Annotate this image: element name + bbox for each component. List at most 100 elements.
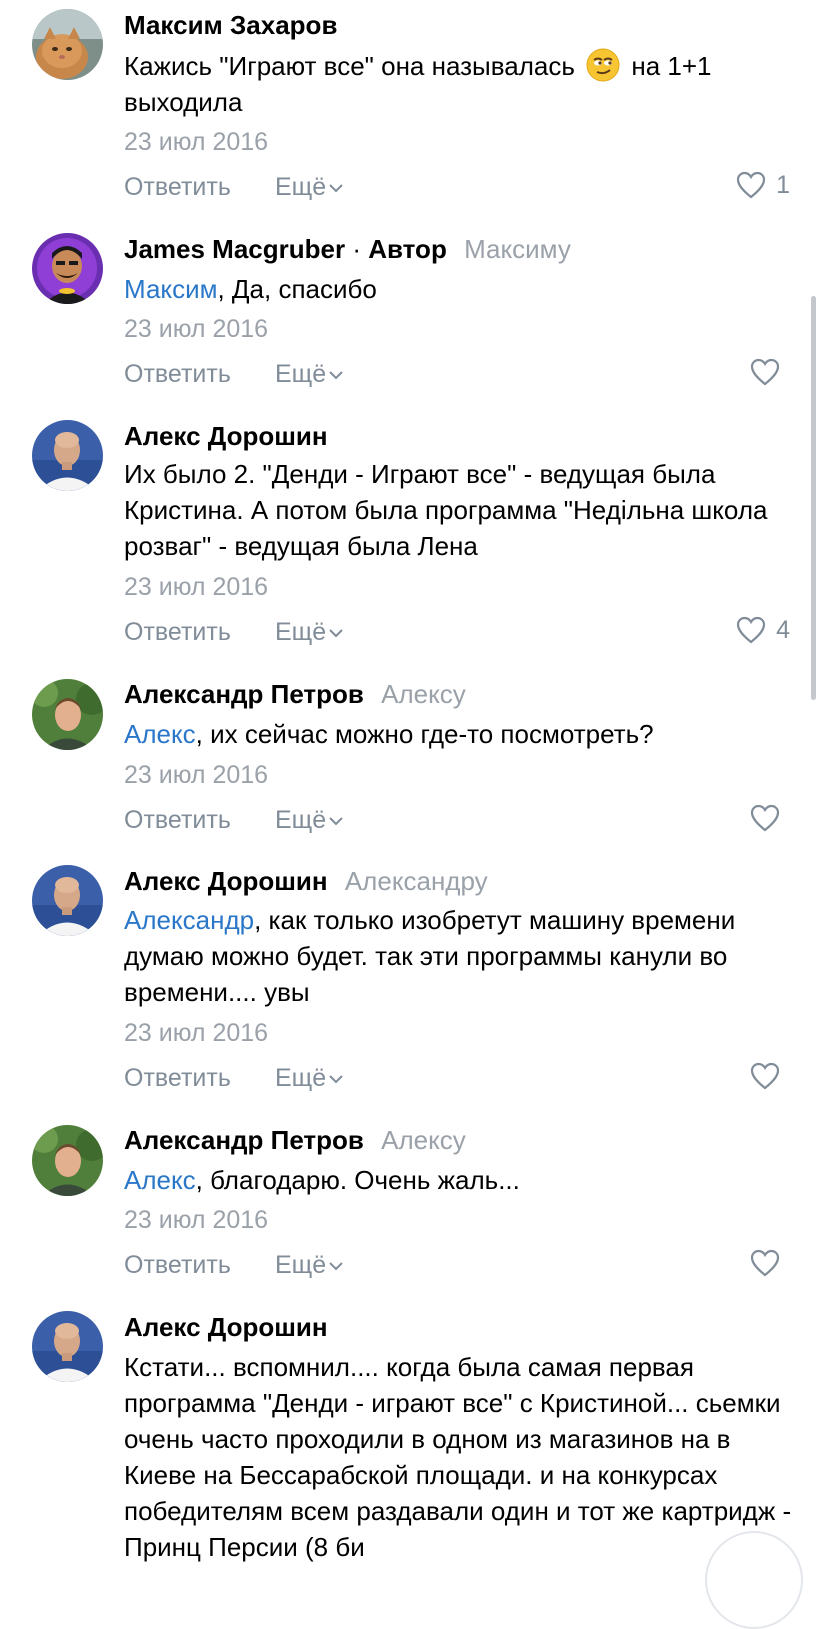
comment-text-part: Их было 2. "Денди - Играют все" - ведуща… bbox=[124, 459, 768, 561]
avatar[interactable] bbox=[32, 1125, 103, 1196]
cat-avatar-icon bbox=[32, 9, 103, 80]
author-name[interactable]: James Macgruber bbox=[124, 234, 345, 264]
chevron-down-icon bbox=[329, 1262, 343, 1271]
avatar[interactable] bbox=[32, 679, 103, 750]
more-label: Ещё bbox=[275, 618, 327, 646]
reply-button[interactable]: Ответить bbox=[124, 356, 231, 392]
comment-header: Александр Петров Алексу bbox=[124, 674, 466, 714]
comment-text-part: , Да, спасибо bbox=[217, 274, 377, 304]
bald-man-avatar-icon bbox=[32, 1311, 103, 1382]
like-button[interactable] bbox=[750, 1245, 790, 1281]
comment-header: James Macgruber · Автор Максиму bbox=[124, 229, 571, 269]
reply-button[interactable]: Ответить bbox=[124, 1247, 231, 1283]
comment-date: 23 июл 2016 bbox=[124, 761, 269, 789]
chevron-down-icon bbox=[329, 371, 343, 380]
comment-text: Кстати... вспомнил.... когда была самая … bbox=[124, 1349, 792, 1565]
man-outdoors-avatar-icon bbox=[32, 679, 103, 750]
reply-button[interactable]: Ответить bbox=[124, 614, 231, 650]
comment-header: Алекс Дорошин bbox=[124, 416, 328, 456]
chevron-down-icon bbox=[329, 184, 343, 193]
comment-item: Алекс Дорошин Их было 2. "Денди - Играют… bbox=[0, 416, 828, 674]
bald-man-avatar-icon bbox=[32, 420, 103, 491]
avatar[interactable] bbox=[32, 865, 103, 936]
author-name[interactable]: Александр Петров bbox=[124, 679, 364, 709]
author-name[interactable]: Максим Захаров bbox=[124, 10, 337, 40]
like-button[interactable]: 1 bbox=[736, 167, 790, 203]
chevron-down-icon bbox=[329, 1075, 343, 1084]
like-count: 4 bbox=[776, 615, 790, 644]
more-label: Ещё bbox=[275, 806, 327, 834]
more-button[interactable]: Ещё bbox=[275, 1247, 344, 1283]
more-button[interactable]: Ещё bbox=[275, 169, 344, 205]
reply-to[interactable]: Алексу bbox=[381, 679, 466, 709]
avatar[interactable] bbox=[32, 1311, 103, 1382]
author-name[interactable]: Алекс Дорошин bbox=[124, 866, 328, 896]
comment-date: 23 июл 2016 bbox=[124, 128, 269, 156]
heart-icon bbox=[750, 1249, 780, 1277]
more-button[interactable]: Ещё bbox=[275, 1060, 344, 1096]
comment-text: Максим, Да, спасибо bbox=[124, 271, 794, 307]
comment-item: James Macgruber · Автор Максиму Максим, … bbox=[0, 228, 828, 416]
heart-icon bbox=[736, 616, 766, 644]
comment-text-part: , благодарю. Очень жаль... bbox=[195, 1165, 520, 1195]
comment-text-part: Кажись "Играют все" она называлась bbox=[124, 51, 575, 81]
heart-icon bbox=[750, 1062, 780, 1090]
comment-date: 23 июл 2016 bbox=[124, 1206, 269, 1234]
like-button[interactable] bbox=[750, 800, 790, 836]
reply-to[interactable]: Максиму bbox=[464, 234, 571, 264]
more-label: Ещё bbox=[275, 173, 327, 201]
comment-text: Их было 2. "Денди - Играют все" - ведуща… bbox=[124, 456, 794, 564]
comments-feed: Максим Захаров Кажись "Играют все" она н… bbox=[0, 0, 828, 1629]
comment-item: Максим Захаров Кажись "Играют все" она н… bbox=[0, 0, 828, 224]
more-label: Ещё bbox=[275, 360, 327, 388]
floating-scroll-button[interactable] bbox=[705, 1531, 803, 1629]
comment-header: Алекс Дорошин Александру bbox=[124, 861, 488, 901]
comment-header: Алекс Дорошин bbox=[124, 1307, 328, 1347]
author-name[interactable]: Алекс Дорошин bbox=[124, 1312, 328, 1342]
man-outdoors-avatar-icon bbox=[32, 1125, 103, 1196]
comment-text: Александр, как только изобретут машину в… bbox=[124, 902, 794, 1010]
bald-man-avatar-icon bbox=[32, 865, 103, 936]
comment-date: 23 июл 2016 bbox=[124, 1019, 269, 1047]
more-button[interactable]: Ещё bbox=[275, 614, 344, 650]
comment-text: Кажись "Играют все" она называлась на 1+… bbox=[124, 48, 794, 120]
like-button[interactable] bbox=[750, 354, 790, 390]
more-label: Ещё bbox=[275, 1064, 327, 1092]
mention-link[interactable]: Алекс bbox=[124, 1165, 196, 1195]
reply-button[interactable]: Ответить bbox=[124, 169, 231, 205]
reply-button[interactable]: Ответить bbox=[124, 1060, 231, 1096]
comment-header: Максим Захаров bbox=[124, 5, 337, 45]
author-name[interactable]: Александр Петров bbox=[124, 1125, 364, 1155]
like-button[interactable]: 4 bbox=[736, 612, 790, 648]
mention-link[interactable]: Александр bbox=[124, 905, 254, 935]
avatar[interactable] bbox=[32, 420, 103, 491]
comment-item: Алекс Дорошин Александру Александр, как … bbox=[0, 861, 828, 1119]
mention-link[interactable]: Максим bbox=[124, 274, 217, 304]
like-button[interactable] bbox=[750, 1058, 790, 1094]
comment-text-part: , их сейчас можно где-то посмотреть? bbox=[195, 719, 654, 749]
chevron-down-icon bbox=[329, 817, 343, 826]
like-count: 1 bbox=[776, 170, 790, 199]
chevron-down-icon bbox=[329, 629, 343, 638]
more-button[interactable]: Ещё bbox=[275, 802, 344, 838]
comment-header: Александр Петров Алексу bbox=[124, 1120, 466, 1160]
comment-date: 23 июл 2016 bbox=[124, 315, 269, 343]
author-name[interactable]: Алекс Дорошин bbox=[124, 421, 328, 451]
mention-link[interactable]: Алекс bbox=[124, 719, 196, 749]
scrollbar[interactable] bbox=[811, 296, 816, 700]
reply-to[interactable]: Александру bbox=[345, 866, 488, 896]
comment-item: Александр Петров Алексу Алекс, их сейчас… bbox=[0, 674, 828, 860]
reply-button[interactable]: Ответить bbox=[124, 802, 231, 838]
more-button[interactable]: Ещё bbox=[275, 356, 344, 392]
comment-date: 23 июл 2016 bbox=[124, 573, 269, 601]
comment-text: Алекс, их сейчас можно где-то посмотреть… bbox=[124, 716, 794, 752]
avatar[interactable] bbox=[32, 9, 103, 80]
smirking-face-emoji-icon bbox=[586, 48, 620, 82]
comment-item: Александр Петров Алексу Алекс, благодарю… bbox=[0, 1120, 828, 1306]
reply-to[interactable]: Алексу bbox=[381, 1125, 466, 1155]
more-label: Ещё bbox=[275, 1251, 327, 1279]
heart-icon bbox=[750, 358, 780, 386]
avatar[interactable] bbox=[32, 233, 103, 304]
heart-icon bbox=[750, 804, 780, 832]
heart-icon bbox=[736, 171, 766, 199]
